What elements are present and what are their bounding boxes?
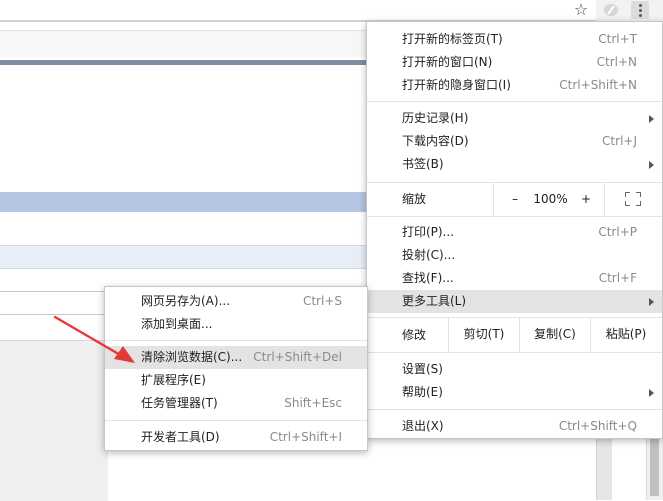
menu-item-label: 扩展程序(E) [141,373,206,387]
menu-separator [367,352,662,353]
menu-item-help[interactable]: 帮助(E) [367,381,662,404]
cut-button[interactable]: 剪切(T) [449,323,519,346]
menu-separator [367,101,662,102]
menu-item-new-tab[interactable]: 打开新的标签页(T) Ctrl+T [367,28,662,51]
menu-item-label: 任务管理器(T) [141,396,218,410]
submenu-arrow-icon [649,298,654,306]
menu-item-label: 投射(C)... [402,248,456,262]
menu-item-label: 帮助(E) [402,385,443,399]
address-bar[interactable] [0,0,596,21]
menu-item-label: 网页另存为(A)... [141,294,231,308]
submenu-item-task-manager[interactable]: 任务管理器(T) Shift+Esc [105,392,367,415]
menu-separator [604,182,605,216]
menu-item-label: 历史记录(H) [402,111,469,125]
submenu-item-extensions[interactable]: 扩展程序(E) [105,369,367,392]
more-vert-icon[interactable] [631,1,649,19]
zoom-label: 缩放 [402,192,427,206]
menu-separator [105,420,367,421]
submenu-item-add-to-desktop[interactable]: 添加到桌面... [105,313,367,336]
chrome-main-menu: 打开新的标签页(T) Ctrl+T 打开新的窗口(N) Ctrl+N 打开新的隐… [366,21,663,439]
submenu-arrow-icon [649,161,654,169]
menu-item-shortcut: Ctrl+P [598,225,637,239]
page-band [0,192,366,212]
edit-label: 修改 [402,328,427,342]
menu-item-label: 打开新的窗口(N) [402,55,493,69]
menu-item-shortcut: Ctrl+F [598,271,637,285]
menu-item-label: 打印(P)... [402,225,455,239]
menu-separator [367,182,662,183]
fullscreen-icon[interactable] [625,192,641,206]
annotation-arrow-icon [53,315,135,363]
menu-item-label: 更多工具(L) [402,294,467,308]
menu-separator [105,340,367,341]
copy-button[interactable]: 复制(C) [520,323,590,346]
menu-item-label: 下载内容(D) [402,134,469,148]
submenu-item-clear-browsing-data[interactable]: 清除浏览数据(C)... Ctrl+Shift+Del [105,346,367,369]
menu-item-new-incognito[interactable]: 打开新的隐身窗口(I) Ctrl+Shift+N [367,74,662,97]
menu-item-history[interactable]: 历史记录(H) [367,107,662,130]
menu-item-new-window[interactable]: 打开新的窗口(N) Ctrl+N [367,51,662,74]
zoom-out-button[interactable]: – [509,188,521,211]
menu-item-shortcut: Ctrl+Shift+I [269,430,342,444]
menu-item-find[interactable]: 查找(F)... Ctrl+F [367,267,662,290]
menu-item-label: 查找(F)... [402,271,454,285]
zoom-level: 100% [533,192,568,206]
menu-item-label: 设置(S) [402,362,443,376]
more-tools-submenu: 网页另存为(A)... Ctrl+S 添加到桌面... 清除浏览数据(C)...… [104,286,368,451]
menu-item-label: 添加到桌面... [141,317,213,331]
menu-item-shortcut: Ctrl+Shift+N [559,78,637,92]
menu-item-exit[interactable]: 退出(X) Ctrl+Shift+Q [367,415,662,438]
menu-item-shortcut: Ctrl+Shift+Q [558,419,637,433]
menu-item-shortcut: Shift+Esc [284,396,342,410]
submenu-item-save-page[interactable]: 网页另存为(A)... Ctrl+S [105,290,367,313]
menu-separator [367,216,662,217]
menu-item-more-tools[interactable]: 更多工具(L) [367,290,662,313]
menu-item-shortcut: Ctrl+T [598,32,637,46]
menu-item-label: 开发者工具(D) [141,430,220,444]
submenu-arrow-icon [649,389,654,397]
menu-item-settings[interactable]: 设置(S) [367,358,662,381]
submenu-item-dev-tools[interactable]: 开发者工具(D) Ctrl+Shift+I [105,426,367,449]
menu-separator [367,409,662,410]
menu-item-shortcut: Ctrl+J [602,134,637,148]
menu-item-label: 清除浏览数据(C)... [141,350,243,364]
zoom-in-button[interactable]: + [579,188,593,211]
submenu-arrow-icon [649,115,654,123]
menu-item-bookmarks[interactable]: 书签(B) [367,153,662,176]
paste-button[interactable]: 粘贴(P) [591,323,661,346]
menu-separator [367,317,662,318]
menu-item-cast[interactable]: 投射(C)... [367,244,662,267]
menu-item-shortcut: Ctrl+S [302,294,342,308]
menu-item-label: 打开新的隐身窗口(I) [402,78,511,92]
menu-item-label: 退出(X) [402,419,444,433]
menu-item-label: 书签(B) [402,157,444,171]
menu-item-downloads[interactable]: 下载内容(D) Ctrl+J [367,130,662,153]
menu-item-shortcut: Ctrl+N [596,55,637,69]
star-icon[interactable]: ☆ [572,1,590,19]
menu-item-label: 打开新的标签页(T) [402,32,503,46]
page-band-light [0,245,366,269]
menu-separator [493,182,494,216]
page-divider [0,60,366,65]
menu-item-print[interactable]: 打印(P)... Ctrl+P [367,221,662,244]
page-header-strip [0,30,366,57]
extension-icon[interactable] [601,1,621,19]
menu-item-shortcut: Ctrl+Shift+Del [253,350,342,364]
